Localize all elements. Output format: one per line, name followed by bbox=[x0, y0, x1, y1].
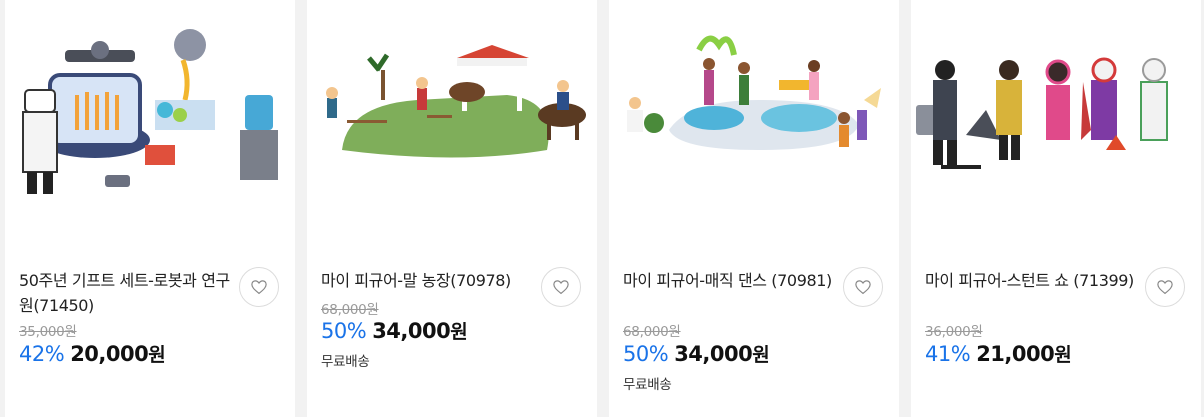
price-unit: 원 bbox=[148, 344, 166, 366]
price-row: 42% 20,000원 bbox=[19, 340, 166, 367]
heart-icon bbox=[1157, 280, 1173, 295]
product-title[interactable]: 마이 피규어-매직 댄스 (70981) bbox=[623, 268, 838, 293]
favorite-button[interactable] bbox=[239, 267, 279, 307]
product-info: 마이 피규어-말 농장(70978) 68,000원 50% 34,000원 무료… bbox=[307, 256, 597, 417]
product-image-horse-farm[interactable] bbox=[307, 0, 597, 256]
product-title[interactable]: 50주년 기프트 세트-로봇과 연구원(71450) bbox=[19, 268, 234, 318]
heart-icon bbox=[251, 280, 267, 295]
original-price: 68,000원 bbox=[623, 324, 681, 340]
original-price: 36,000원 bbox=[925, 324, 983, 340]
sale-price: 21,000 bbox=[976, 342, 1055, 366]
discount-rate: 50% bbox=[321, 319, 367, 343]
product-card[interactable]: 50주년 기프트 세트-로봇과 연구원(71450) 35,000원 42% 20… bbox=[5, 0, 295, 417]
product-info: 마이 피규어-매직 댄스 (70981) 68,000원 50% 34,000원 … bbox=[609, 256, 899, 417]
sale-price: 34,000 bbox=[674, 342, 753, 366]
price-row: 41% 21,000원 bbox=[925, 340, 1072, 367]
price-row: 50% 34,000원 bbox=[623, 340, 770, 367]
product-card[interactable]: 마이 피규어-말 농장(70978) 68,000원 50% 34,000원 무료… bbox=[307, 0, 597, 417]
shipping-label: 무료배송 bbox=[321, 354, 370, 370]
product-image-robot-lab[interactable] bbox=[5, 0, 295, 256]
sale-price: 20,000 bbox=[70, 342, 149, 366]
original-price: 35,000원 bbox=[19, 324, 77, 340]
favorite-button[interactable] bbox=[843, 267, 883, 307]
heart-icon bbox=[553, 280, 569, 295]
sale-price: 34,000 bbox=[372, 319, 451, 343]
price-unit: 원 bbox=[1054, 344, 1072, 366]
discount-rate: 50% bbox=[623, 342, 669, 366]
price-row: 50% 34,000원 bbox=[321, 317, 468, 344]
product-info: 마이 피규어-스턴트 쇼 (71399) 36,000원 41% 21,000원 bbox=[911, 256, 1201, 417]
product-title[interactable]: 마이 피규어-말 농장(70978) bbox=[321, 268, 536, 293]
product-card[interactable]: 마이 피규어-스턴트 쇼 (71399) 36,000원 41% 21,000원 bbox=[911, 0, 1201, 417]
product-image-magic-dance[interactable] bbox=[609, 0, 899, 256]
discount-rate: 42% bbox=[19, 342, 65, 366]
product-card[interactable]: 마이 피규어-매직 댄스 (70981) 68,000원 50% 34,000원 … bbox=[609, 0, 899, 417]
favorite-button[interactable] bbox=[1145, 267, 1185, 307]
product-info: 50주년 기프트 세트-로봇과 연구원(71450) 35,000원 42% 20… bbox=[5, 256, 295, 417]
favorite-button[interactable] bbox=[541, 267, 581, 307]
product-image-stunt-show[interactable] bbox=[911, 0, 1201, 256]
shipping-label: 무료배송 bbox=[623, 377, 672, 393]
heart-icon bbox=[855, 280, 871, 295]
product-title[interactable]: 마이 피규어-스턴트 쇼 (71399) bbox=[925, 268, 1140, 293]
price-unit: 원 bbox=[752, 344, 770, 366]
price-unit: 원 bbox=[450, 321, 468, 343]
product-grid: 50주년 기프트 세트-로봇과 연구원(71450) 35,000원 42% 20… bbox=[0, 0, 1204, 417]
discount-rate: 41% bbox=[925, 342, 971, 366]
original-price: 68,000원 bbox=[321, 302, 379, 318]
